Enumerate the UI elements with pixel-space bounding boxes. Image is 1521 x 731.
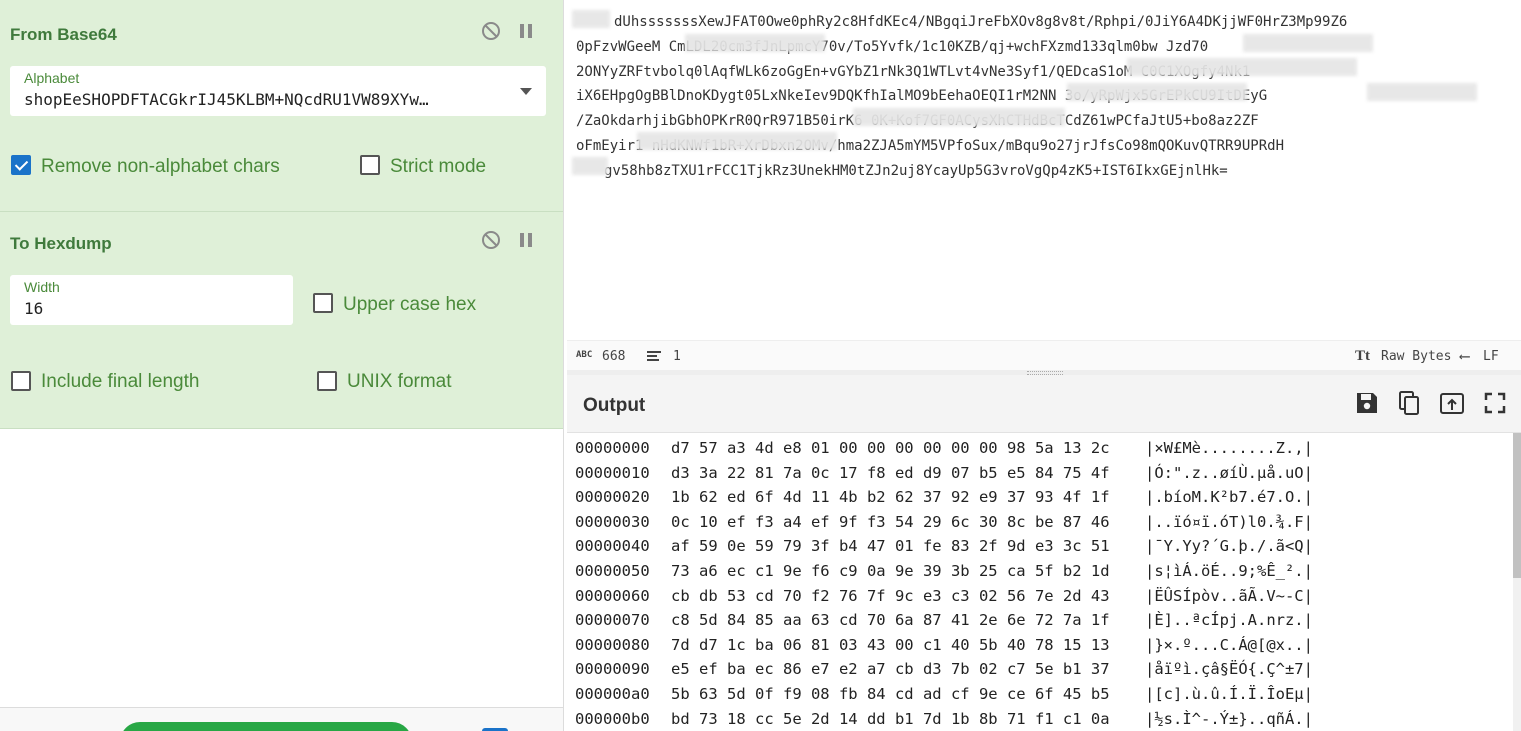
hexdump-bytes: d7 57 a3 4d e8 01 00 00 00 00 00 00 98 5…	[671, 439, 1110, 457]
hexdump-ascii: |[c].ù.û.Í.Ï.ÎoEµ|	[1145, 685, 1313, 703]
hexdump-bytes: bd 73 18 cc 5e 2d 14 dd b1 7d 1b 8b 71 f…	[671, 709, 1110, 728]
hexdump-bytes: e5 ef ba ec 86 e7 e2 a7 cb d3 7b 02 c7 5…	[671, 660, 1110, 679]
recipe-pane: From Base64 Alphabet shopEeSHOPDFTACGkrI…	[0, 0, 564, 731]
remove-non-alphabet-label[interactable]: Remove non-alphabet chars	[41, 156, 280, 178]
disable-icon[interactable]	[480, 229, 502, 251]
hexdump-ascii: |..ïó¤ï.óT)l0.¾.F|	[1145, 512, 1313, 531]
hexdump-offset: 000000a0	[575, 685, 650, 703]
redacted-region	[1067, 83, 1247, 101]
redacted-region	[853, 108, 1065, 126]
output-title: Output	[583, 395, 646, 416]
hexdump-offset: 00000060	[575, 586, 650, 605]
strict-mode-checkbox[interactable]	[360, 155, 380, 175]
output-scrollbar[interactable]	[1513, 433, 1521, 731]
hexdump-offset: 00000000	[575, 439, 650, 457]
output-header: Output	[567, 375, 1521, 433]
hexdump-offset: 00000070	[575, 611, 650, 630]
disable-icon[interactable]	[480, 20, 502, 42]
input-line: 2ONYyZRFtvbolq0lAqfWLk6zoGgEn+vGYbZ1rNk3…	[576, 63, 1251, 80]
strict-mode-label[interactable]: Strict mode	[390, 156, 486, 178]
width-value: 16	[24, 299, 44, 318]
include-final-length-label[interactable]: Include final length	[41, 371, 199, 393]
hexdump-offset: 000000b0	[575, 709, 650, 728]
hexdump-ascii: |¯Y.Yy?´G.þ./.ã<Q|	[1145, 537, 1313, 556]
hexdump-bytes: af 59 0e 59 79 3f b4 47 01 fe 83 2f 9d e…	[671, 537, 1110, 556]
hexdump-offset: 00000010	[575, 463, 650, 482]
width-input[interactable]: Width 16	[10, 275, 293, 325]
hexdump-offset: 00000090	[575, 660, 650, 679]
width-label: Width	[24, 279, 60, 295]
input-eol[interactable]: LF	[1483, 349, 1499, 364]
hexdump-bytes: 73 a6 ec c1 9e f6 c9 0a 9e 39 3b 25 ca 5…	[671, 562, 1110, 580]
hexdump-offset: 00000030	[575, 512, 650, 531]
hexdump-bytes: d3 3a 22 81 7a 0c 17 f8 ed d9 07 b5 e5 8…	[671, 463, 1110, 482]
length-icon: ABC	[576, 350, 593, 360]
replace-input-icon[interactable]	[1439, 390, 1465, 416]
redacted-region	[685, 34, 825, 52]
hexdump-offset: 00000050	[575, 562, 650, 580]
unix-format-label[interactable]: UNIX format	[347, 371, 452, 393]
hexdump-bytes: 1b 62 ed 6f 4d 11 4b b2 62 37 92 e9 37 9…	[671, 488, 1110, 507]
bake-area	[0, 707, 563, 731]
hexdump-ascii: |.bíoM.K²b7.é7.O.|	[1145, 488, 1313, 507]
redacted-region	[1367, 83, 1477, 101]
text-format-icon[interactable]: Tt	[1355, 348, 1370, 365]
include-final-length-checkbox[interactable]	[11, 371, 31, 391]
hexdump-ascii: |Ó:".z..øíÙ.µå.uO|	[1145, 463, 1313, 482]
remove-non-alphabet-checkbox[interactable]	[11, 155, 31, 175]
alphabet-value: shopEeSHOPDFTACGkrIJ45KLBM+NQcdRU1VW89XY…	[24, 90, 429, 109]
input-pane[interactable]: dUhsssssssXewJFAT0Owe0phRy2c8HfdKEc4/NBg…	[567, 0, 1521, 340]
hexdump-offset: 00000020	[575, 488, 650, 507]
redacted-region	[1127, 58, 1357, 76]
hexdump-bytes: 7d d7 1c ba 06 81 03 43 00 c1 40 5b 40 7…	[671, 635, 1110, 654]
input-status-bar: ABC 668 1 Tt Raw Bytes ⟵ LF	[567, 340, 1521, 371]
alphabet-label: Alphabet	[24, 70, 80, 86]
redacted-region	[1243, 34, 1373, 52]
input-line: gv58hb8zTXU1rFCC1TjkRz3UnekHM0tZJn2uj8Yc…	[604, 162, 1228, 179]
input-line: dUhsssssssXewJFAT0Owe0phRy2c8HfdKEc4/NBg…	[614, 14, 1348, 30]
operation-title: From Base64	[10, 25, 117, 44]
hexdump-offset: 00000040	[575, 537, 650, 556]
input-line-count: 1	[673, 349, 681, 364]
input-length: 668	[602, 349, 626, 364]
redacted-region	[572, 157, 608, 175]
bake-button[interactable]	[120, 722, 412, 731]
pause-icon[interactable]	[515, 20, 537, 42]
scrollbar-thumb[interactable]	[1513, 433, 1521, 578]
hexdump-offset: 00000080	[575, 635, 650, 654]
hexdump-bytes: 0c 10 ef f3 a4 ef 9f f3 54 29 6c 30 8c b…	[671, 512, 1110, 531]
save-icon[interactable]	[1354, 390, 1380, 416]
upper-case-hex-checkbox[interactable]	[313, 293, 333, 313]
redacted-region	[637, 132, 837, 150]
return-arrow-icon[interactable]: ⟵	[1460, 347, 1469, 365]
hexdump-ascii: |s¦ìÁ.öÉ..9;%Ê_².|	[1145, 562, 1313, 580]
lines-icon	[647, 351, 661, 361]
hexdump-ascii: |×W£Mè........Z.,|	[1145, 439, 1313, 457]
alphabet-select[interactable]: Alphabet shopEeSHOPDFTACGkrIJ45KLBM+NQcd…	[10, 66, 546, 116]
hexdump-ascii: |}×.º...C.Á@[@x..|	[1145, 635, 1313, 654]
hexdump-ascii: |ËÛSÍpòv..ãÃ.V~-C|	[1145, 586, 1313, 605]
unix-format-checkbox[interactable]	[317, 371, 337, 391]
maximise-icon[interactable]	[1482, 390, 1508, 416]
hexdump-ascii: |È]..ªcÍpj.A.nrz.|	[1145, 611, 1313, 630]
operation-title: To Hexdump	[10, 234, 112, 253]
hexdump-bytes: cb db 53 cd 70 f2 76 7f 9c e3 c3 02 56 7…	[671, 586, 1110, 605]
output-textarea[interactable]: 00000000 d7 57 a3 4d e8 01 00 00 00 00 00…	[567, 433, 1521, 731]
pause-icon[interactable]	[515, 229, 537, 251]
redacted-region	[572, 10, 610, 28]
hexdump-ascii: |åïºì.çâ§ËÓ{.Ç^±7|	[1145, 660, 1313, 679]
operation-from-base64: From Base64 Alphabet shopEeSHOPDFTACGkrI…	[0, 0, 563, 212]
hexdump-bytes: c8 5d 84 85 aa 63 cd 70 6a 87 41 2e 6e 7…	[671, 611, 1110, 630]
chevron-down-icon[interactable]	[520, 88, 532, 95]
operation-to-hexdump: To Hexdump Width 16 Upper case hex Inclu…	[0, 212, 563, 429]
copy-icon[interactable]	[1396, 390, 1422, 416]
upper-case-hex-label[interactable]: Upper case hex	[343, 294, 476, 316]
hexdump-bytes: 5b 63 5d 0f f9 08 fb 84 cd ad cf 9e ce 6…	[671, 685, 1110, 703]
hexdump-ascii: |½s.Ì^-.Ý±}..qñÁ.|	[1145, 709, 1313, 728]
input-encoding[interactable]: Raw Bytes	[1381, 349, 1451, 364]
